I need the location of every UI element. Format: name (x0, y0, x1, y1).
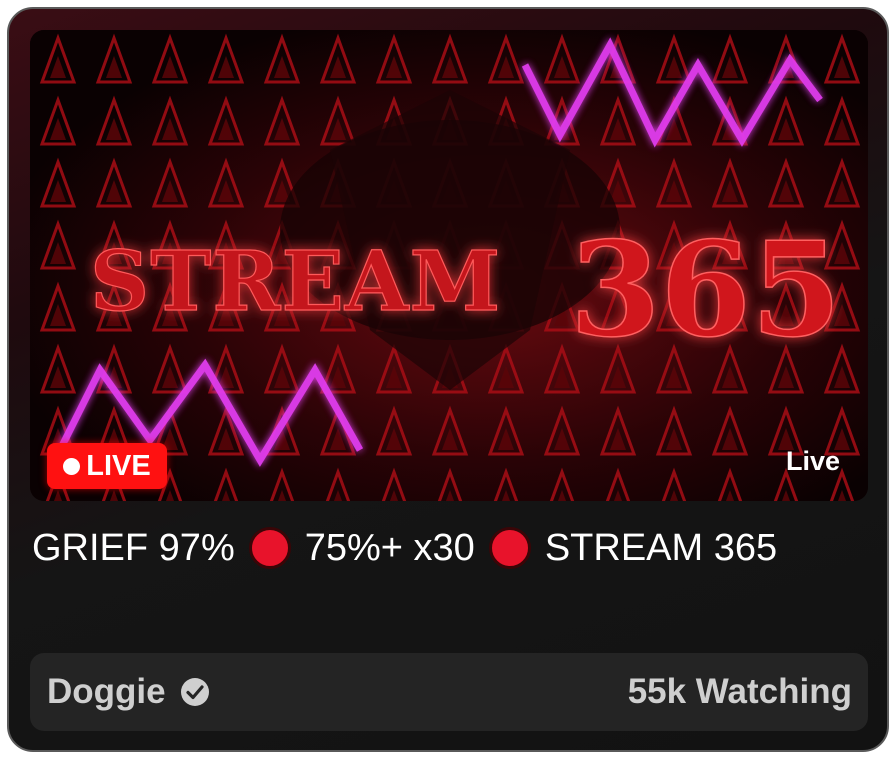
thumbnail-artwork: STREAM 365 (30, 30, 868, 501)
red-circle-icon (488, 527, 531, 569)
title-part-1: GRIEF 97% (32, 527, 235, 569)
stream-footer: Doggie 55k Watching (30, 653, 868, 731)
stream-card[interactable]: STREAM 365 LIVE Live GRIEF 97% 75%+ x30 … (7, 7, 889, 752)
title-part-2: 75%+ x30 (304, 527, 475, 569)
verified-check-icon (180, 678, 209, 706)
live-badge: LIVE (47, 443, 167, 489)
live-dot-icon (63, 457, 81, 475)
thumbnail-word: STREAM (90, 234, 501, 330)
title-part-3: STREAM 365 (544, 527, 778, 569)
live-badge-label: LIVE (86, 449, 151, 482)
red-circle-icon (248, 527, 291, 569)
live-status-tag: Live (785, 446, 840, 476)
stream-thumbnail[interactable]: STREAM 365 LIVE Live (30, 30, 868, 501)
viewer-count: 55k Watching (627, 672, 852, 711)
thumbnail-number: 365 (570, 213, 841, 366)
creator-name[interactable]: Doggie (47, 672, 166, 712)
creator-info[interactable]: Doggie (47, 672, 210, 712)
stream-title[interactable]: GRIEF 97% 75%+ x30 STREAM 365 (32, 524, 867, 572)
